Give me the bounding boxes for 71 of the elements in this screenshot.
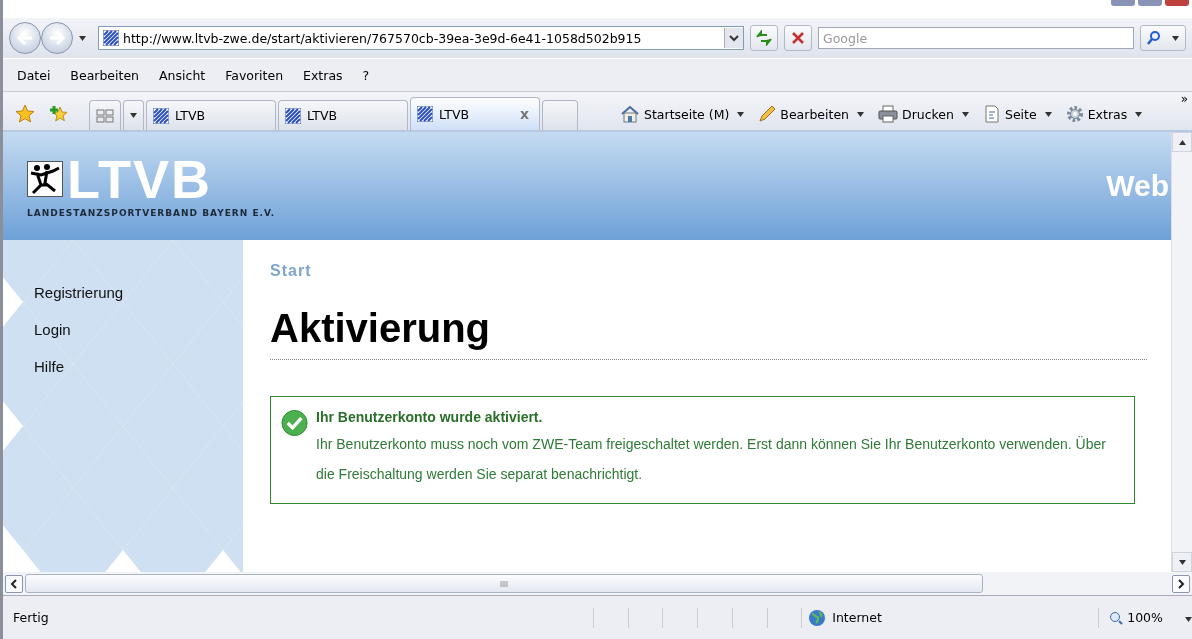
menu-item[interactable]: Favoriten [225, 67, 284, 83]
menu-item[interactable]: Bearbeiten [70, 67, 140, 83]
address-field[interactable]: http://www.ltvb-zwe.de/start/aktivieren/767570cb-39ea-3e9d-6e41-1058d502b915 [98, 26, 744, 50]
menu-item[interactable]: Ansicht [159, 67, 206, 83]
close-icon [791, 31, 805, 45]
toolbar-button[interactable]: Extras [1065, 105, 1128, 123]
checkmark-icon [281, 409, 309, 437]
menu-item[interactable]: Extras [303, 67, 343, 83]
logo-text: LTVB [67, 154, 212, 204]
site-icon [417, 106, 433, 122]
site-icon [285, 107, 301, 124]
caret-icon[interactable] [737, 112, 745, 117]
grid-icon [96, 108, 114, 123]
horizontal-scrollbar[interactable] [3, 572, 1192, 595]
caret-icon[interactable] [1135, 112, 1143, 117]
star-icon[interactable] [15, 104, 35, 124]
security-zone: Internet [832, 610, 882, 625]
toolbar-button[interactable]: Bearbeiten [758, 105, 849, 123]
grip-icon[interactable] [499, 579, 509, 588]
back-button[interactable] [9, 22, 41, 54]
menu-item[interactable]: Datei [17, 67, 51, 83]
sidebar-link[interactable]: Hilfe [34, 358, 243, 375]
magnifier-icon [1109, 610, 1124, 625]
close-tab-button[interactable]: x [519, 106, 533, 122]
tab-list-button[interactable] [123, 100, 144, 130]
site-icon [153, 107, 169, 124]
refresh-icon [755, 30, 773, 46]
site-icon [103, 30, 119, 46]
zoom-control[interactable]: 100% [1098, 607, 1192, 628]
refresh-button[interactable] [750, 25, 778, 51]
sidebar-link[interactable]: Registrierung [34, 284, 243, 301]
caret-icon [1172, 35, 1180, 41]
stop-button[interactable] [784, 25, 812, 51]
pencil-icon [758, 105, 777, 123]
status-text: Fertig [12, 610, 50, 625]
page-icon [983, 105, 1001, 123]
site-title: Web [1106, 169, 1169, 203]
page-heading: Aktivierung [270, 306, 1147, 360]
printer-icon [878, 105, 898, 123]
browser-tab[interactable]: LTVB [278, 100, 408, 130]
menu-item[interactable]: ? [362, 67, 370, 83]
forward-arrow-icon [49, 31, 65, 45]
globe-icon [808, 608, 827, 627]
message-title: Ihr Benutzerkonto wurde aktiviert. [316, 409, 544, 425]
toolbar-button[interactable]: Seite [983, 105, 1037, 123]
dancers-icon [27, 161, 63, 197]
sidebar-link[interactable]: Login [34, 321, 243, 338]
message-text: Ihr Benutzerkonto muss noch vom ZWE-Team freigeschaltet werden. Erst dann können Sie Ihr Benutzerkonto verwenden. Über die Freischaltung werden Sie separat benachrichtigt. [316, 435, 1107, 484]
gear-icon [1065, 105, 1084, 123]
logo-subtitle: LANDESTANZSPORTVERBAND BAYERN E.V. [27, 208, 276, 218]
caret-icon[interactable] [962, 112, 969, 117]
caret-icon[interactable] [1044, 112, 1052, 117]
search-field[interactable]: Google [818, 27, 1134, 49]
toolbar-button[interactable]: Startseite (M) [620, 105, 730, 123]
caret-icon [130, 113, 137, 118]
toolbar-button[interactable]: Drucken [878, 105, 954, 123]
caret-icon[interactable] [1178, 139, 1186, 145]
house-icon [620, 105, 640, 123]
browser-tab[interactable]: LTVB [146, 100, 276, 130]
caret-icon[interactable] [1178, 559, 1186, 565]
search-icon [1146, 30, 1161, 46]
chevron-icon [729, 34, 739, 42]
back-arrow-icon [17, 31, 33, 45]
more-button[interactable]: » [1180, 92, 1192, 106]
caret-icon[interactable] [857, 112, 864, 117]
search-button[interactable] [1140, 25, 1186, 51]
caret-icon [1184, 617, 1192, 622]
browser-tab[interactable]: LTVB x [410, 97, 540, 130]
add-star-icon[interactable] [49, 104, 69, 124]
vertical-scrollbar[interactable] [1171, 132, 1192, 572]
caret-icon [79, 36, 86, 41]
